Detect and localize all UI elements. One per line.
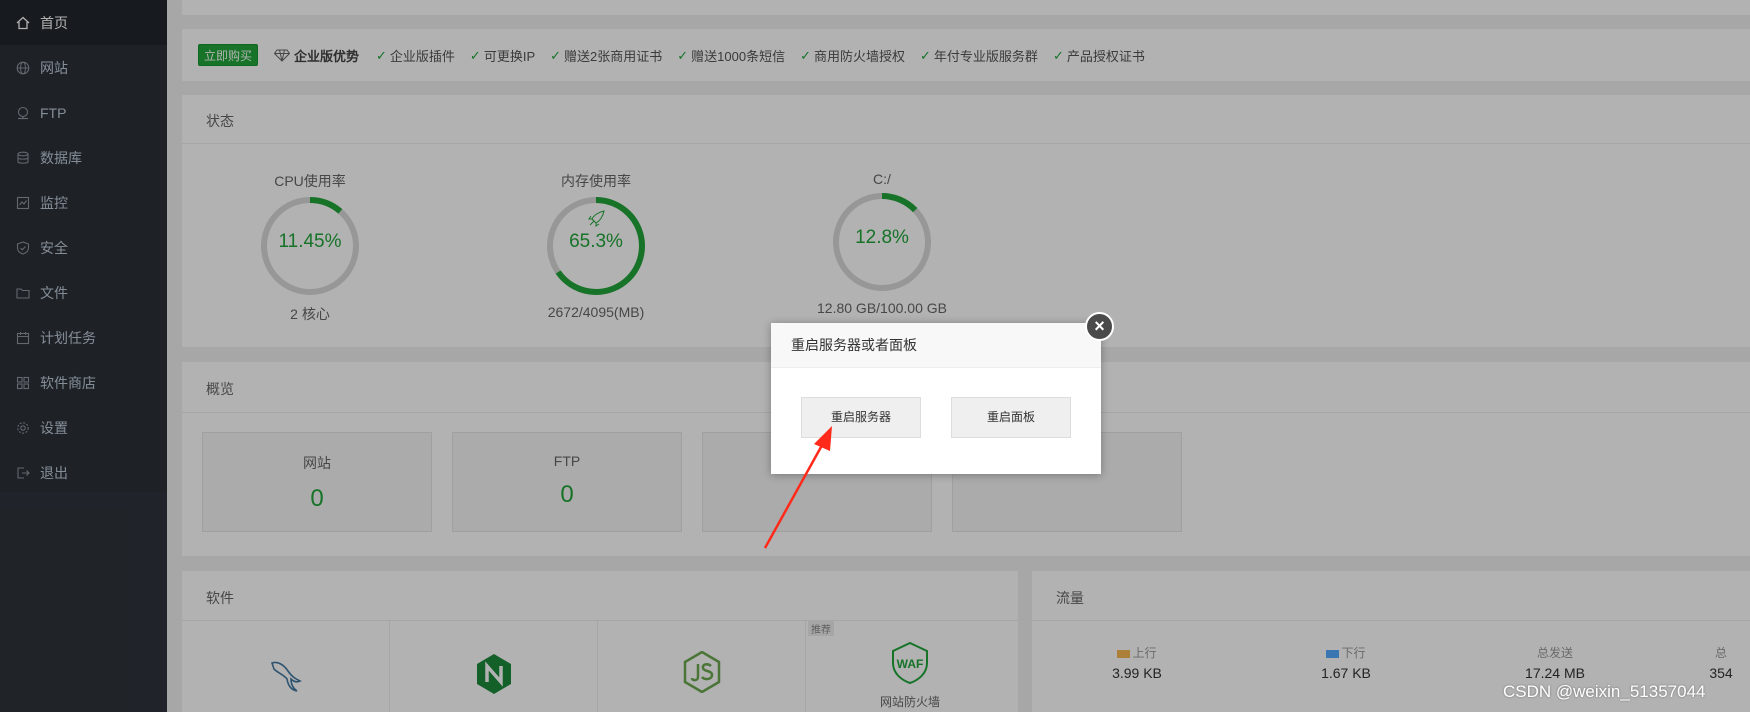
dialog-title: 重启服务器或者面板 xyxy=(771,323,1101,368)
watermark: CSDN @weixin_51357044 xyxy=(1503,682,1706,701)
restart-server-button[interactable]: 重启服务器 xyxy=(801,397,921,438)
close-icon[interactable]: × xyxy=(1085,312,1114,341)
restart-dialog: 重启服务器或者面板 重启服务器 重启面板 xyxy=(771,323,1101,474)
restart-panel-button[interactable]: 重启面板 xyxy=(951,397,1071,438)
